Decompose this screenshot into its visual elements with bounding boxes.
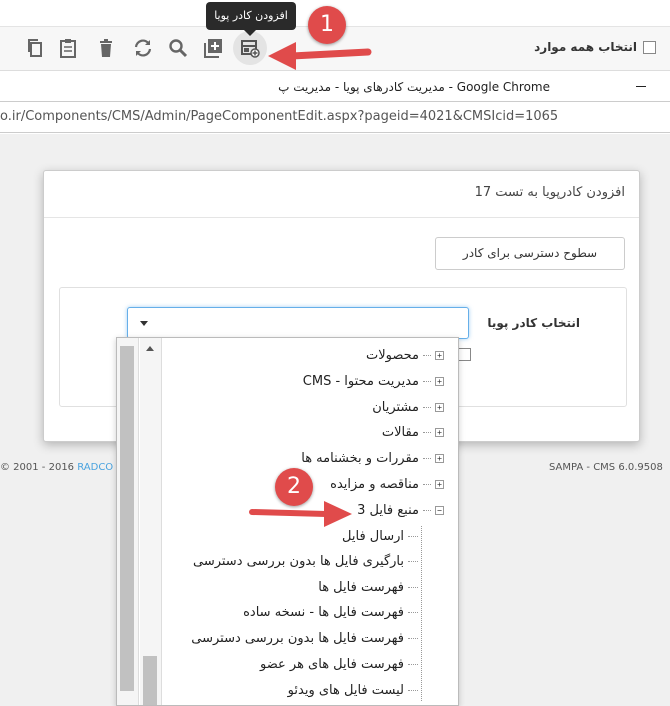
tree-item[interactable]: + محصولات bbox=[366, 348, 444, 363]
tree-child-item[interactable]: بارگیری فایل ها بدون بررسی دسترسی bbox=[193, 554, 418, 569]
frame-select-label: انتخاب کادر پویا bbox=[487, 316, 580, 330]
tree-connector bbox=[423, 381, 431, 382]
tree-connector bbox=[423, 458, 431, 459]
frame-select-dropdown[interactable] bbox=[127, 307, 469, 339]
collapse-icon[interactable]: − bbox=[435, 506, 444, 515]
tree-connector bbox=[408, 536, 418, 537]
tree-connector bbox=[408, 587, 418, 588]
footer-copyright-text: © 2001 - 2016 bbox=[0, 462, 78, 473]
divider bbox=[44, 217, 639, 218]
footer-copyright: © 2001 - 2016 RADCO bbox=[0, 462, 113, 473]
footer-version: SAMPA - CMS 6.0.9508 bbox=[549, 462, 663, 473]
annotation-arrow-2 bbox=[249, 501, 352, 527]
tree-child-item[interactable]: فهرست فایل ها bbox=[318, 580, 418, 595]
tree-connector bbox=[423, 407, 431, 408]
copy-icon[interactable] bbox=[22, 35, 48, 61]
checkbox-icon[interactable] bbox=[643, 40, 656, 54]
tree-item-expanded[interactable]: − منبع فایل 3 bbox=[357, 503, 444, 518]
expand-icon[interactable]: + bbox=[435, 351, 444, 360]
access-levels-button[interactable]: سطوح دسترسی برای کادر bbox=[435, 237, 625, 270]
tree-connector bbox=[423, 510, 431, 511]
tooltip: افزودن کادر پویا bbox=[206, 2, 296, 36]
refresh-icon[interactable] bbox=[130, 35, 156, 61]
tree-child-label: بارگیری فایل ها بدون بررسی دسترسی bbox=[192, 554, 404, 569]
expand-icon[interactable]: + bbox=[435, 480, 444, 489]
select-all-checkbox[interactable]: انتخاب همه موارد bbox=[534, 40, 656, 54]
footer-link[interactable]: RADCO bbox=[77, 462, 113, 473]
address-bar[interactable]: o.ir/Components/CMS/Admin/PageComponentE… bbox=[0, 103, 670, 133]
expand-icon[interactable]: + bbox=[435, 454, 444, 463]
tree-item[interactable]: + مناقصه و مزایده bbox=[330, 477, 444, 492]
tree-child-item[interactable]: فهرست فایل های هر عضو bbox=[260, 657, 418, 672]
tree-item[interactable]: + مقالات bbox=[382, 425, 444, 440]
tree-item-label: منبع فایل 3 bbox=[357, 503, 419, 518]
minimize-icon[interactable] bbox=[636, 86, 646, 87]
tree-connector bbox=[423, 355, 431, 356]
search-icon[interactable] bbox=[165, 35, 191, 61]
trash-icon[interactable] bbox=[93, 35, 119, 61]
tree-item-label: مقررات و بخشنامه ها bbox=[301, 451, 419, 466]
tree-connector bbox=[421, 526, 422, 701]
select-all-label: انتخاب همه موارد bbox=[534, 40, 637, 54]
tree-connector bbox=[408, 690, 418, 691]
tree-item[interactable]: + مدیریت محتوا - CMS bbox=[303, 374, 444, 389]
tree-child-label: فهرست فایل ها - نسخه ساده bbox=[243, 605, 404, 620]
tree-item-label: مناقصه و مزایده bbox=[330, 477, 419, 492]
tree-child-label: فهرست فایل ها bbox=[318, 580, 404, 595]
scrollbar[interactable] bbox=[117, 338, 139, 705]
paste-icon[interactable] bbox=[55, 35, 81, 61]
tree-item[interactable]: + مشتریان bbox=[372, 400, 444, 415]
tree-item-label: مشتریان bbox=[372, 400, 419, 415]
tree-child-label: فهرست فایل ها بدون بررسی دسترسی bbox=[191, 631, 404, 646]
tree-child-item[interactable]: لیست فایل های ویدئو bbox=[288, 683, 418, 698]
dialog-title: افزودن کادرپویا به تست 17 bbox=[474, 185, 625, 200]
tree-connector bbox=[408, 664, 418, 665]
annotation-arrow-1 bbox=[268, 42, 372, 70]
tree-child-item[interactable]: فهرست فایل ها - نسخه ساده bbox=[243, 605, 418, 620]
url-text: o.ir/Components/CMS/Admin/PageComponentE… bbox=[0, 109, 559, 124]
panel-checkbox[interactable] bbox=[458, 348, 471, 361]
expand-icon[interactable]: + bbox=[435, 377, 444, 386]
browser-title: مدیریت کادرهای پویا - مدیریت پ - Google … bbox=[278, 80, 550, 94]
tree-item-label: مدیریت محتوا - CMS bbox=[302, 374, 419, 389]
tree-connector bbox=[408, 638, 418, 639]
tree-connector bbox=[408, 612, 418, 613]
scrollbar[interactable] bbox=[140, 338, 162, 705]
scrollbar-thumb[interactable] bbox=[120, 346, 134, 691]
tree-child-label: لیست فایل های ویدئو bbox=[287, 683, 404, 698]
tree-item-label: محصولات bbox=[366, 348, 419, 363]
expand-icon[interactable]: + bbox=[435, 428, 444, 437]
scroll-up-icon[interactable] bbox=[146, 346, 154, 351]
tree-item[interactable]: + مقررات و بخشنامه ها bbox=[301, 451, 444, 466]
tree-item-label: مقالات bbox=[381, 425, 419, 440]
scrollbar-thumb[interactable] bbox=[143, 656, 157, 705]
expand-icon[interactable]: + bbox=[435, 403, 444, 412]
tree-connector bbox=[423, 432, 431, 433]
add-box-icon[interactable] bbox=[200, 35, 226, 61]
tree-connector bbox=[423, 484, 431, 485]
tree-child-label: فهرست فایل های هر عضو bbox=[260, 657, 404, 672]
tree-connector bbox=[408, 561, 418, 562]
chevron-down-icon bbox=[140, 321, 148, 326]
tree-child-item[interactable]: فهرست فایل ها بدون بررسی دسترسی bbox=[191, 631, 418, 646]
